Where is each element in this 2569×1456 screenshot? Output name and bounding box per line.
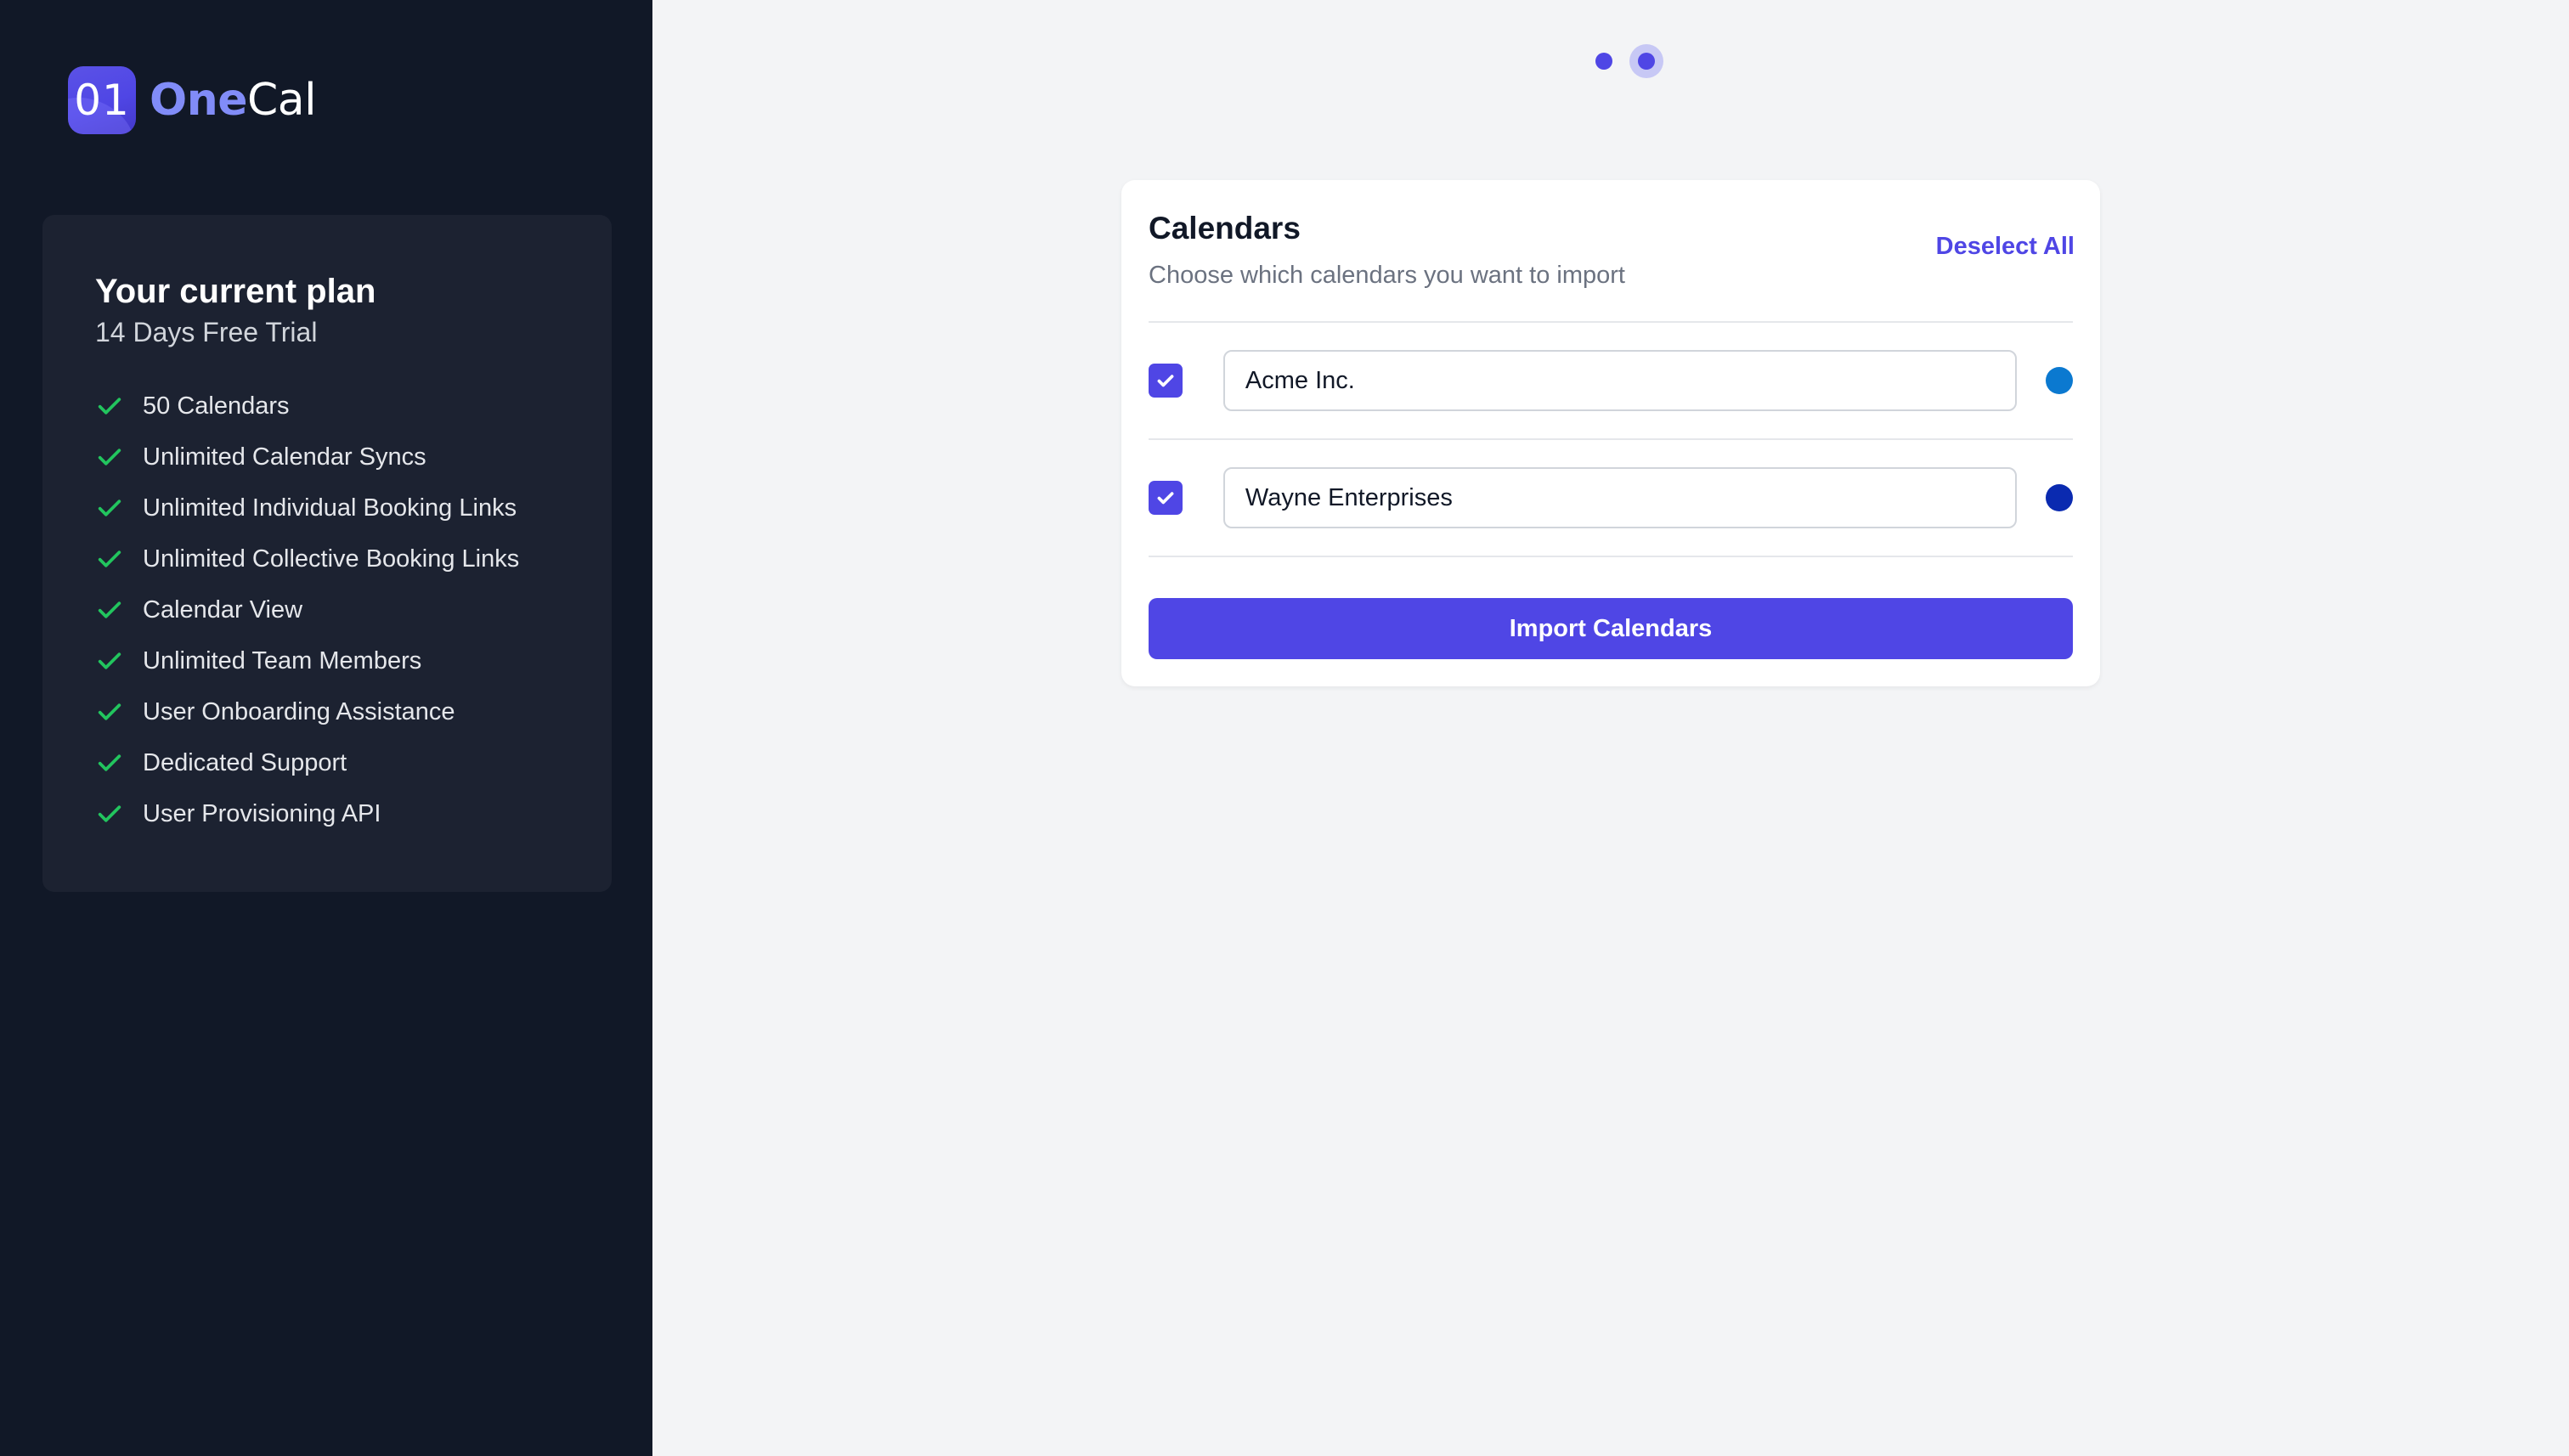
check-icon [98,601,121,618]
plan-subtitle: 14 Days Free Trial [95,317,318,347]
deselect-all-button[interactable]: Deselect All [1936,233,2075,261]
calendar-name-input[interactable] [1222,350,2018,411]
plan-feature: Unlimited Individual Booking Links [95,483,559,533]
logo-glyph: 01 [74,76,130,125]
calendar-checkbox[interactable] [1149,481,1183,515]
step-dot-2-current[interactable] [1629,44,1663,78]
check-icon [98,805,121,822]
logo-wordmark: OneCal [150,75,317,126]
onboarding-stepper [1595,44,1663,78]
check-icon [98,550,121,567]
plan-feature: 50 Calendars [95,381,559,432]
plan-feature: Unlimited Calendar Syncs [95,432,559,483]
plan-feature: User Provisioning API [95,788,559,839]
logo-wordmark-one: One [150,75,248,126]
onecal-logo[interactable]: 01 OneCal [68,66,317,134]
check-icon [98,754,121,771]
import-calendars-button[interactable]: Import Calendars [1149,598,2073,659]
sidebar: 01 OneCal Your current plan 14 Days Free… [0,0,652,1456]
plan-feature-label: Unlimited Individual Booking Links [143,494,517,522]
plan-feature-label: Unlimited Calendar Syncs [143,443,426,471]
logo-icon: 01 [68,66,136,134]
card-title: Calendars [1149,211,1301,245]
check-icon [98,652,121,669]
plan-feature-label: User Provisioning API [143,799,381,827]
card-subtitle: Choose which calendars you want to impor… [1149,262,1625,289]
plan-feature-label: Unlimited Team Members [143,646,422,674]
current-plan-card: Your current plan 14 Days Free Trial 50 … [42,215,612,892]
logo-wordmark-cal: Cal [247,75,317,126]
plan-feature: User Onboarding Assistance [95,686,559,737]
calendar-color-swatch[interactable] [2046,484,2074,511]
plan-feature-label: Calendar View [143,595,303,624]
divider [1149,321,2073,323]
check-icon [98,703,121,720]
plan-feature: Dedicated Support [95,737,559,788]
plan-feature: Calendar View [95,584,559,635]
plan-feature-label: Unlimited Collective Booking Links [143,545,520,573]
divider [1149,438,2073,440]
check-icon [98,499,121,516]
plan-feature-label: User Onboarding Assistance [143,697,455,725]
calendar-checkbox[interactable] [1149,364,1183,398]
step-dot-1[interactable] [1595,53,1612,70]
card-header: Calendars Choose which calendars you wan… [1149,211,2073,290]
plan-title: Your current plan [95,273,376,310]
step-dot-2-inner [1638,53,1655,70]
plan-features-list: 50 Calendars Unlimited Calendar Syncs Un… [95,381,559,839]
calendar-color-swatch[interactable] [2046,367,2074,394]
plan-feature: Unlimited Team Members [95,635,559,686]
checkmark-icon [1157,375,1174,387]
calendar-row [1149,350,2074,411]
plan-feature: Unlimited Collective Booking Links [95,533,559,584]
check-icon [98,449,121,466]
calendar-row [1149,467,2074,528]
divider [1149,556,2073,557]
calendars-card: Calendars Choose which calendars you wan… [1121,180,2100,686]
plan-feature-label: 50 Calendars [143,392,290,420]
checkmark-icon [1157,492,1174,505]
plan-feature-label: Dedicated Support [143,748,347,776]
check-icon [98,398,121,415]
calendar-name-input[interactable] [1222,467,2018,528]
